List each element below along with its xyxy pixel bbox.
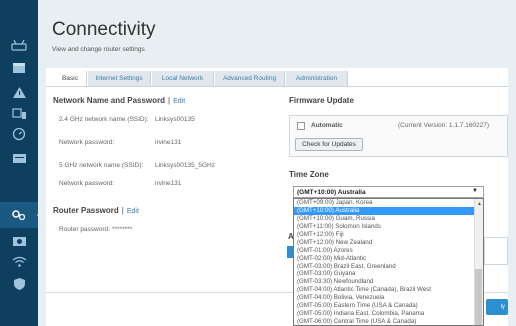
timezone-option[interactable]: (GMT+09:00) Japan, Korea <box>294 199 483 207</box>
timezone-option[interactable]: (GMT-05:00) Indiana East, Colombia, Pana… <box>294 310 483 318</box>
tab-advanced-routing[interactable]: Advanced Routing <box>215 71 285 86</box>
timezone-selected-value: (GMT+10:00) Australia <box>297 188 366 196</box>
timezone-option[interactable]: (GMT-04:00) Bolivia, Venezuela <box>294 294 483 302</box>
calendar-icon[interactable] <box>10 59 28 75</box>
timezone-option-selected[interactable]: (GMT+10:00) Australia <box>294 206 483 215</box>
firmware-version: (Current Version: 1.1.7.160227) <box>398 122 490 129</box>
tab-basic[interactable]: Basic <box>54 71 87 86</box>
sidebar <box>0 0 43 326</box>
password-5-label: Network password: <box>59 180 115 187</box>
ssid-24-label: 2.4 GHz network name (SSID): <box>59 116 149 123</box>
timezone-option[interactable]: (GMT-05:00) Eastern Time (USA & Canada) <box>294 302 483 310</box>
network-title: Network Name and Password <box>53 96 166 105</box>
ssid-5-value: Linksys00135_5GHz <box>155 162 215 169</box>
password-24-value: irvine131 <box>155 139 182 146</box>
automatic-checkbox[interactable] <box>297 122 305 130</box>
firmware-section-title: Firmware Update <box>289 96 354 105</box>
password-5-value: irvine131 <box>155 180 182 187</box>
router-password-title: Router Password <box>53 206 119 215</box>
timezone-option[interactable]: (GMT-01:00) Azores <box>294 247 483 255</box>
network-section-title: Network Name and Password | Edit <box>53 96 185 105</box>
router-password-label: Router password: <box>59 226 110 233</box>
gear-icon[interactable] <box>10 207 28 223</box>
timezone-option[interactable]: (GMT-04:00) Atlantic Time (Canada), Braz… <box>294 286 483 294</box>
timezone-section-title: Time Zone <box>289 170 329 179</box>
speed-icon[interactable] <box>10 126 28 142</box>
scrollbar-thumb[interactable] <box>475 269 482 325</box>
timezone-option[interactable]: (GMT-03:00) Brazil East, Greenland <box>294 263 483 271</box>
devices-icon[interactable] <box>10 105 28 121</box>
ssid-24-value: Linksys00135 <box>155 116 195 123</box>
right-edge <box>508 68 516 326</box>
media-icon[interactable] <box>10 150 28 166</box>
tab-administration[interactable]: Administration <box>286 71 348 86</box>
partial-box <box>484 237 508 265</box>
timezone-option[interactable]: (GMT-03:00) Guyana <box>294 270 483 278</box>
page-header: Connectivity View and change router sett… <box>38 0 516 68</box>
page-subtitle: View and change router settings <box>52 46 145 53</box>
automatic-label: Automatic <box>311 122 343 129</box>
timezone-option[interactable]: (GMT+12:00) Fiji <box>294 231 483 239</box>
timezone-option[interactable]: (GMT+12:00) New Zealand <box>294 239 483 247</box>
timezone-option[interactable]: (GMT+11:00) Solomon Islands <box>294 223 483 231</box>
warning-icon[interactable] <box>10 84 28 100</box>
tab-local-network[interactable]: Local Network <box>152 71 214 86</box>
ssid-5-label: 5 GHz network name (SSID): <box>59 162 144 169</box>
camera-icon[interactable] <box>10 232 28 248</box>
router-password-value: ******** <box>112 226 133 233</box>
page-title: Connectivity <box>52 19 156 40</box>
wifi-icon[interactable] <box>10 253 28 269</box>
router-icon[interactable] <box>10 37 28 53</box>
shield-icon[interactable] <box>10 276 28 292</box>
password-24-label: Network password: <box>59 139 115 146</box>
dropdown-arrow-icon: ▼ <box>472 188 478 194</box>
timezone-option[interactable]: (GMT-06:00) Central Time (USA & Canada) <box>294 318 483 325</box>
router-password-section-title: Router Password | Edit <box>53 206 139 215</box>
tab-internet-settings[interactable]: Internet Settings <box>88 71 151 86</box>
check-for-updates-button[interactable]: Check for Updates <box>295 138 363 151</box>
tab-bar-divider <box>46 86 516 87</box>
network-edit-link[interactable]: Edit <box>173 98 185 105</box>
scroll-up-icon[interactable]: ▲ <box>477 201 482 207</box>
router-password-edit-link[interactable]: Edit <box>127 208 139 215</box>
timezone-option[interactable]: (GMT-03:30) Newfoundland <box>294 278 483 286</box>
timezone-dropdown-list[interactable]: (GMT+09:00) Japan, Korea (GMT+10:00) Aus… <box>293 198 484 326</box>
timezone-option[interactable]: (GMT-02:00) Mid-Atlantic <box>294 255 483 263</box>
separator: | <box>121 206 124 215</box>
timezone-option[interactable]: (GMT+10:00) Guam, Russia <box>294 215 483 223</box>
apply-button[interactable]: ly <box>486 299 508 315</box>
timezone-select[interactable]: (GMT+10:00) Australia ▼ <box>293 186 484 198</box>
dropdown-scrollbar[interactable]: ▲ <box>474 199 483 325</box>
separator: | <box>168 96 171 105</box>
